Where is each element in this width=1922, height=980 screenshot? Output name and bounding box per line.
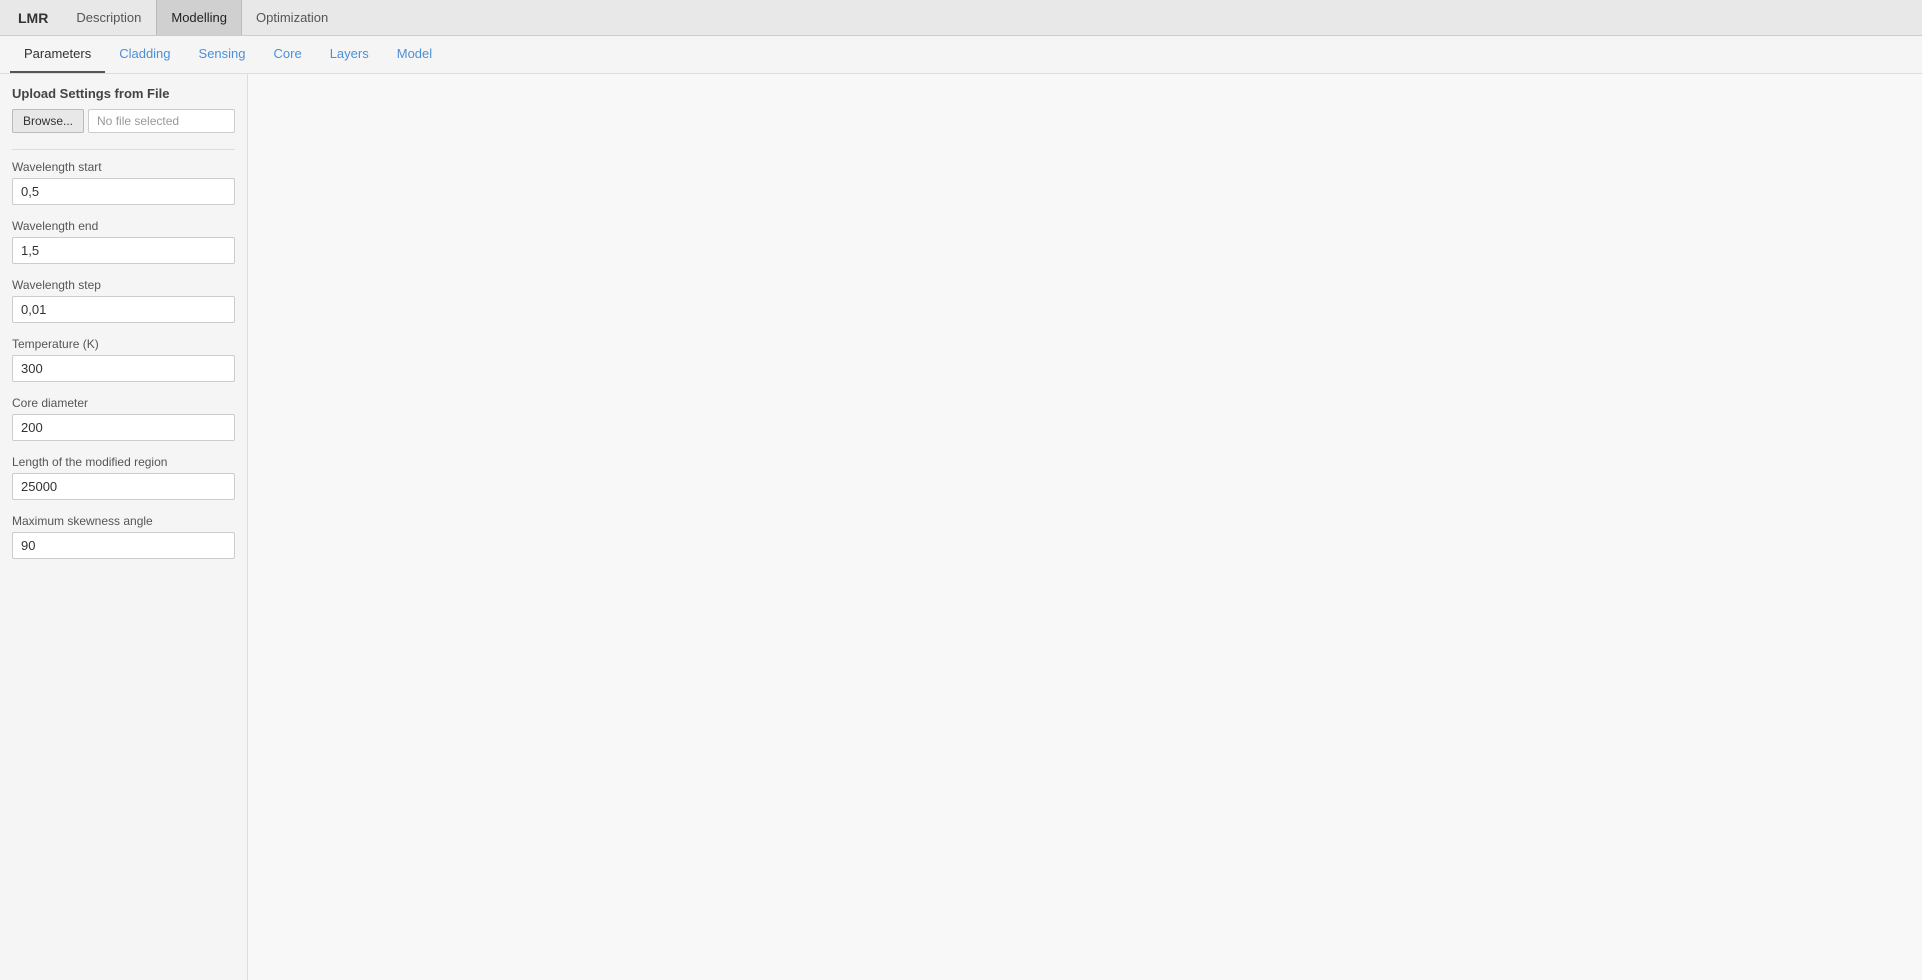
field-core-diameter: Core diameter (12, 396, 235, 441)
input-length-modified[interactable] (12, 473, 235, 500)
input-wavelength-end[interactable] (12, 237, 235, 264)
brand-label[interactable]: LMR (4, 2, 62, 34)
label-wavelength-end: Wavelength end (12, 219, 235, 233)
file-upload-row: Browse... No file selected (12, 109, 235, 133)
tab-core[interactable]: Core (260, 36, 316, 73)
tab-model[interactable]: Model (383, 36, 446, 73)
tab-sensing[interactable]: Sensing (185, 36, 260, 73)
label-length-modified: Length of the modified region (12, 455, 235, 469)
tab-cladding[interactable]: Cladding (105, 36, 184, 73)
field-wavelength-step: Wavelength step (12, 278, 235, 323)
browse-button[interactable]: Browse... (12, 109, 84, 133)
label-max-skewness: Maximum skewness angle (12, 514, 235, 528)
tab-layers[interactable]: Layers (316, 36, 383, 73)
tab-parameters[interactable]: Parameters (10, 36, 105, 73)
field-max-skewness: Maximum skewness angle (12, 514, 235, 559)
divider (12, 149, 235, 150)
right-content (248, 74, 1922, 980)
field-wavelength-start: Wavelength start (12, 160, 235, 205)
upload-section: Upload Settings from File Browse... No f… (12, 86, 235, 133)
nav-item-optimization[interactable]: Optimization (242, 0, 343, 35)
input-wavelength-step[interactable] (12, 296, 235, 323)
field-length-modified: Length of the modified region (12, 455, 235, 500)
left-panel: Upload Settings from File Browse... No f… (0, 74, 248, 980)
upload-title: Upload Settings from File (12, 86, 235, 101)
sub-tabs: Parameters Cladding Sensing Core Layers … (0, 36, 1922, 74)
label-temperature: Temperature (K) (12, 337, 235, 351)
field-wavelength-end: Wavelength end (12, 219, 235, 264)
label-core-diameter: Core diameter (12, 396, 235, 410)
top-nav: LMR Description Modelling Optimization (0, 0, 1922, 36)
label-wavelength-step: Wavelength step (12, 278, 235, 292)
nav-item-description[interactable]: Description (62, 0, 156, 35)
input-wavelength-start[interactable] (12, 178, 235, 205)
file-name-display: No file selected (88, 109, 235, 133)
input-core-diameter[interactable] (12, 414, 235, 441)
main-content: Upload Settings from File Browse... No f… (0, 74, 1922, 980)
input-max-skewness[interactable] (12, 532, 235, 559)
input-temperature[interactable] (12, 355, 235, 382)
label-wavelength-start: Wavelength start (12, 160, 235, 174)
field-temperature: Temperature (K) (12, 337, 235, 382)
nav-item-modelling[interactable]: Modelling (156, 0, 242, 35)
